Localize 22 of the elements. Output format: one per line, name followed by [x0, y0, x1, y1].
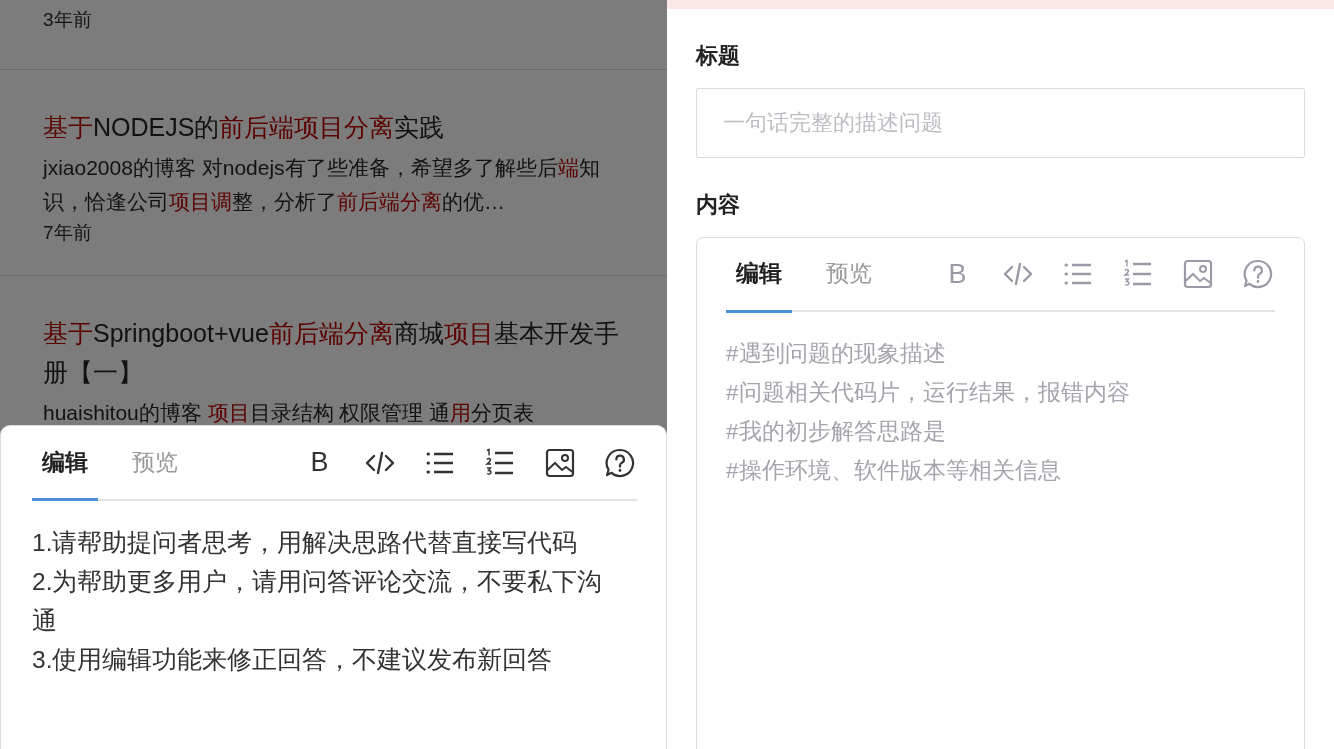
bold-button[interactable]: B — [940, 256, 975, 292]
editor-tab[interactable]: 预览 — [122, 426, 188, 501]
help-icon — [1241, 258, 1274, 290]
guideline-text: 1.请帮助提问者思考，用解决思路代替直接写代码 — [32, 528, 579, 558]
editor-tab[interactable]: 编辑 — [32, 426, 98, 501]
guideline-text: 2.为帮助更多用户，请用问答评论交流，不要私下沟通 — [32, 567, 604, 636]
editor-tab[interactable]: 预览 — [816, 237, 882, 313]
result-snippet: jxiao2008的博客 对nodejs有了些准备，希望多了解些后端知识，恰逢公司项目调整，分析了前后端分离的优… — [43, 155, 601, 215]
title-field[interactable]: 一句话完整的描述问题 — [696, 88, 1305, 158]
result-time: 3年前 — [43, 8, 93, 32]
field-label: 标题 — [694, 42, 741, 70]
image-icon — [543, 446, 576, 479]
content-editor[interactable]: 编辑 预览 B #遇到问题的现象描述 #问题相关代码片，运行结果，报错内容 #我的初步解答思路是 #操作环境、软件版本等相关信息 — [696, 237, 1305, 749]
result-time: 7年前 — [43, 221, 93, 245]
field-label: 内容 — [695, 191, 741, 219]
result-title[interactable]: 基于Springboot+vue前后端分离商城项目 基本开发手册【一】 — [43, 314, 624, 392]
guideline-text: 3.使用编辑功能来修正回答，不建议发布新回答 — [32, 645, 554, 675]
help-icon — [603, 446, 636, 479]
result-snippet: huaishitou的博客 项目 目录结构 权限管理 通用分页表 — [43, 400, 536, 426]
result-title[interactable]: 基于NODEJS的前后端项目分离实践 — [43, 108, 624, 147]
bold-button[interactable]: B — [302, 445, 337, 480]
image-icon — [1181, 258, 1214, 290]
